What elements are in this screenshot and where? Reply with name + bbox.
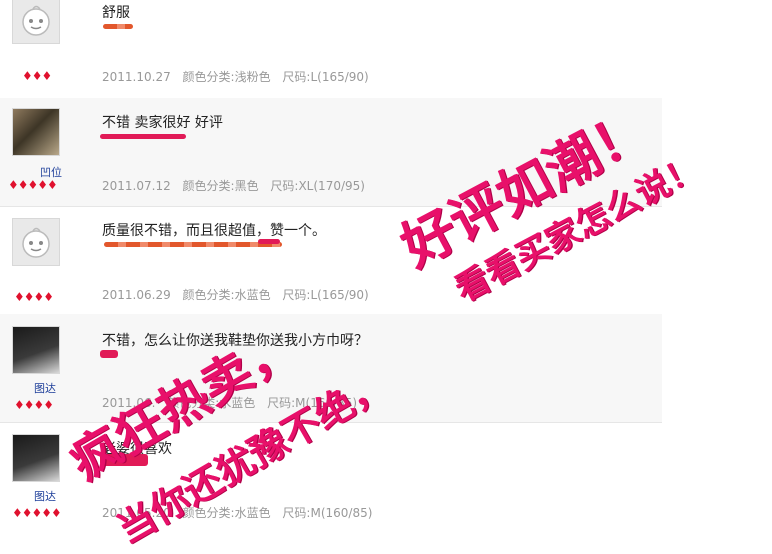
default-avatar-icon[interactable] xyxy=(12,0,60,44)
buyer-rating-icon: ♦♦♦♦♦ xyxy=(12,506,62,520)
review-size: 尺码:XL(170/95) xyxy=(270,179,365,193)
highlight-mark xyxy=(103,24,133,29)
user-avatar[interactable] xyxy=(12,326,60,374)
review-size: 尺码:L(165/90) xyxy=(282,70,369,84)
review-size: 尺码:M(160/85) xyxy=(282,506,373,520)
username[interactable]: 图达 xyxy=(34,380,56,396)
review-color: 颜色分类:水蓝色 xyxy=(182,288,271,302)
buyer-rating-icon: ♦♦♦ xyxy=(22,69,52,83)
highlight-mark xyxy=(100,350,118,358)
review-meta: 2011.06.29 颜色分类:水蓝色 尺码:L(165/90) xyxy=(102,286,377,303)
review-comment: 舒服 xyxy=(102,5,130,21)
review-meta: 2011.10.27 颜色分类:浅粉色 尺码:L(165/90) xyxy=(102,68,377,85)
username[interactable]: 图达 xyxy=(34,488,56,504)
user-avatar[interactable] xyxy=(12,434,60,482)
review-color: 颜色分类:浅粉色 xyxy=(182,70,271,84)
highlight-mark xyxy=(104,242,282,247)
highlight-mark xyxy=(258,239,280,244)
review-date: 2011.07.12 xyxy=(102,179,171,193)
review-row: ♦♦♦ 舒服 2011.10.27 颜色分类:浅粉色 尺码:L(165/90) xyxy=(0,0,662,99)
review-comment: 质量很不错，而且很超值，赞一个。 xyxy=(102,223,326,239)
buyer-rating-icon: ♦♦♦♦♦ xyxy=(8,178,58,192)
review-date: 2011.10.27 xyxy=(102,70,171,84)
buyer-rating-icon: ♦♦♦♦ xyxy=(14,290,54,304)
review-color: 颜色分类:黑色 xyxy=(182,179,259,193)
review-comment: 不错 卖家很好 好评 xyxy=(102,115,223,131)
buyer-rating-icon: ♦♦♦♦ xyxy=(14,398,54,412)
highlight-mark xyxy=(100,134,186,139)
user-avatar[interactable] xyxy=(12,108,60,156)
review-size: 尺码:L(165/90) xyxy=(282,288,369,302)
default-avatar-icon[interactable] xyxy=(12,218,60,266)
review-meta: 2011.07.12 颜色分类:黑色 尺码:XL(170/95) xyxy=(102,177,373,194)
review-date: 2011.06.29 xyxy=(102,288,171,302)
